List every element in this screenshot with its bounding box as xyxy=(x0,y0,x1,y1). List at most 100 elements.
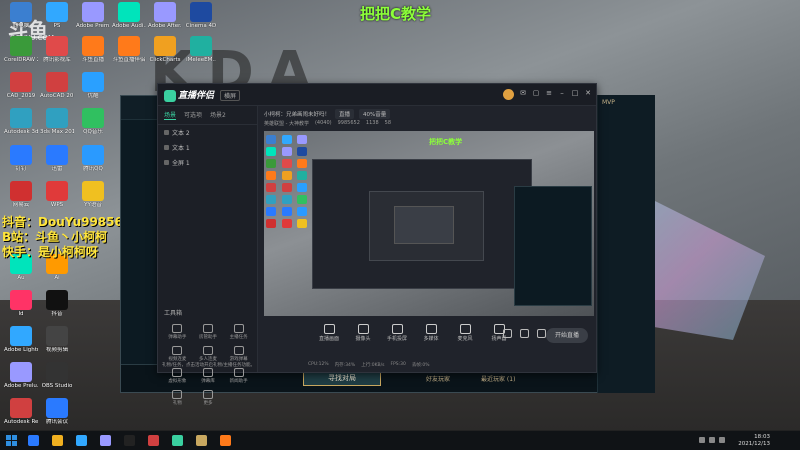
desktop-icon[interactable]: 3ds Max 2019 xyxy=(40,108,74,135)
capcut-icon[interactable] xyxy=(124,435,135,446)
orientation-select[interactable]: 横屏 xyxy=(220,90,241,101)
category-label[interactable]: 英雄联盟 - 大神教学 xyxy=(264,120,309,127)
app-icon xyxy=(10,72,32,92)
desktop-icon[interactable]: WPS xyxy=(40,181,74,208)
desktop-icon[interactable]: Adobe Prem.. xyxy=(76,2,110,29)
desktop-icon[interactable]: Adobe Lightroom xyxy=(4,326,38,353)
preview-icon xyxy=(266,135,276,144)
toolbox-item[interactable]: 虚拟形象 xyxy=(162,368,193,384)
toolbox-item[interactable]: 更多 xyxy=(193,390,224,406)
start-live-button[interactable]: 开始直播 xyxy=(546,328,588,343)
streaming-app-window[interactable]: 直播伴侣 横屏 ✉ ▢ ≡ – □ ✕ 场景 可选项 场景2 文本 2 文本 1… xyxy=(157,83,597,406)
streaming-app-icon[interactable] xyxy=(172,435,183,446)
toolbox-item[interactable]: 礼物 xyxy=(162,390,193,406)
close-icon[interactable]: ✕ xyxy=(584,89,592,97)
desktop-icon[interactable]: PS xyxy=(40,2,74,29)
desktop-icon[interactable]: Adobe After.. xyxy=(148,2,182,29)
league-icon[interactable] xyxy=(196,435,207,446)
source-item[interactable]: 全屏 1 xyxy=(158,155,257,170)
desktop-icon[interactable]: 斗鱼直播 xyxy=(76,36,110,63)
mail-icon[interactable]: ✉ xyxy=(519,89,527,97)
tab-scene-2[interactable]: 场景2 xyxy=(210,110,226,120)
desktop-icon[interactable]: Autodesk ReCap xyxy=(4,398,38,425)
app-icon xyxy=(10,290,32,310)
toolbox-item[interactable]: 主播任务 xyxy=(223,324,254,340)
camera-icon[interactable] xyxy=(503,329,512,338)
desktop-icon[interactable]: 腾讯会议 xyxy=(40,398,74,425)
bottom-tool-button[interactable]: 麦克风 xyxy=(452,324,478,342)
source-item[interactable]: 文本 2 xyxy=(158,125,257,140)
gear-icon[interactable] xyxy=(537,329,546,338)
desktop-icon[interactable]: 优酷 xyxy=(76,72,110,99)
maximize-icon[interactable]: □ xyxy=(571,89,579,97)
desktop-icon[interactable]: 腾讯QQ xyxy=(76,145,110,172)
desktop-icon[interactable]: QQ音乐 xyxy=(76,108,110,135)
recent-players-tab[interactable]: 最近玩家 (1) xyxy=(481,374,515,383)
volume-icon[interactable] xyxy=(709,437,715,443)
desktop-icon[interactable]: ClickCharts xyxy=(148,36,182,63)
desktop-icon[interactable]: 斗鱼直播伴侣 xyxy=(112,36,146,63)
desktop-icon[interactable]: CorelDRAW 2020 (64.. xyxy=(4,36,38,63)
network-icon[interactable] xyxy=(699,437,705,443)
folder-icon[interactable] xyxy=(52,435,63,446)
desktop-icon[interactable]: CAD_2019 xyxy=(4,72,38,99)
tab-options[interactable]: 可选项 xyxy=(184,110,202,120)
bottom-tool-button[interactable]: 直播画面 xyxy=(316,324,342,342)
desktop-icon[interactable]: Cinema 4D xyxy=(184,2,218,29)
desktop-icon[interactable]: OBS Studio xyxy=(40,362,74,389)
tab-scene-1[interactable]: 场景 xyxy=(164,110,177,120)
desktop-icon[interactable]: Adobe Audi.. xyxy=(112,2,146,29)
scene-tabs: 场景 可选项 场景2 xyxy=(158,106,257,125)
eye-icon[interactable] xyxy=(164,145,169,150)
desktop-icon[interactable]: 视频剪辑 xyxy=(40,326,74,353)
desktop-icon[interactable]: Adobe Prelu.. xyxy=(4,362,38,389)
desktop-icon[interactable]: AutoCAD 2019 - 简.. xyxy=(40,72,74,99)
douyu-icon[interactable] xyxy=(220,435,231,446)
volume-pill[interactable]: 40%音量 xyxy=(359,109,391,119)
clock-date: 2021/12/13 xyxy=(738,441,770,447)
toolbox-item[interactable]: 新闻助手 xyxy=(223,368,254,384)
desktop-icon[interactable]: Autodesk 3ds Max xyxy=(4,108,38,135)
tool-icon xyxy=(323,324,335,334)
desktop-icon[interactable]: 迅雷 xyxy=(40,145,74,172)
chat-header: MVP xyxy=(602,99,615,106)
preview-icon xyxy=(281,135,292,144)
desktop-icon[interactable]: 腾讯影视库 xyxy=(40,36,74,63)
eye-icon[interactable] xyxy=(164,160,169,165)
live-pill[interactable]: 直播 xyxy=(335,109,355,119)
toolbox-item[interactable]: 多人连麦 xyxy=(193,346,224,362)
record-icon[interactable] xyxy=(520,329,529,338)
menu-icon[interactable]: ≡ xyxy=(545,89,553,97)
edge-icon[interactable] xyxy=(28,435,39,446)
ime-icon[interactable] xyxy=(719,437,725,443)
bottom-tool-button[interactable]: 摄像头 xyxy=(350,324,376,342)
desktop-icon[interactable]: iMeleeEM.. xyxy=(184,36,218,63)
desktop-icon[interactable]: Id xyxy=(4,290,38,317)
toolbox-item[interactable]: 游戏弹幕 xyxy=(223,346,254,362)
toolbox-item[interactable]: 房管助手 xyxy=(193,324,224,340)
minimize-icon[interactable]: – xyxy=(558,89,566,97)
desktop-icon[interactable]: YY语音 xyxy=(76,181,110,208)
source-item[interactable]: 文本 1 xyxy=(158,140,257,155)
desktop-icon[interactable]: 网易云 xyxy=(4,181,38,208)
friends-tab[interactable]: 好友玩家 xyxy=(426,374,450,383)
desktop-icon[interactable]: 此电脑 xyxy=(4,2,38,29)
toolbox-item[interactable]: 弹幕助手 xyxy=(162,324,193,340)
app-icon[interactable] xyxy=(148,435,159,446)
windows-start-icon[interactable] xyxy=(6,435,17,446)
desktop-icon-label: 斗鱼直播 xyxy=(81,57,104,63)
gift-icon[interactable]: ▢ xyxy=(532,89,540,97)
avatar[interactable] xyxy=(503,89,514,100)
premiere-icon[interactable] xyxy=(100,435,111,446)
eye-icon[interactable] xyxy=(164,130,169,135)
clock[interactable]: 18:03 2021/12/13 xyxy=(738,434,770,448)
bottom-tool-button[interactable]: 多媒体 xyxy=(418,324,444,342)
toolbox-item[interactable]: 弹幕库 xyxy=(193,368,224,384)
photoshop-icon[interactable] xyxy=(76,435,87,446)
tool-icon xyxy=(172,324,183,333)
desktop-icon[interactable]: 抖音 xyxy=(40,290,74,317)
desktop-icon[interactable]: 钉钉 xyxy=(4,145,38,172)
bottom-tool-button[interactable]: 手机投屏 xyxy=(384,324,410,342)
stream-preview[interactable]: 把把C教学 xyxy=(264,131,594,316)
toolbox-item[interactable]: 视频连麦 xyxy=(162,346,193,362)
